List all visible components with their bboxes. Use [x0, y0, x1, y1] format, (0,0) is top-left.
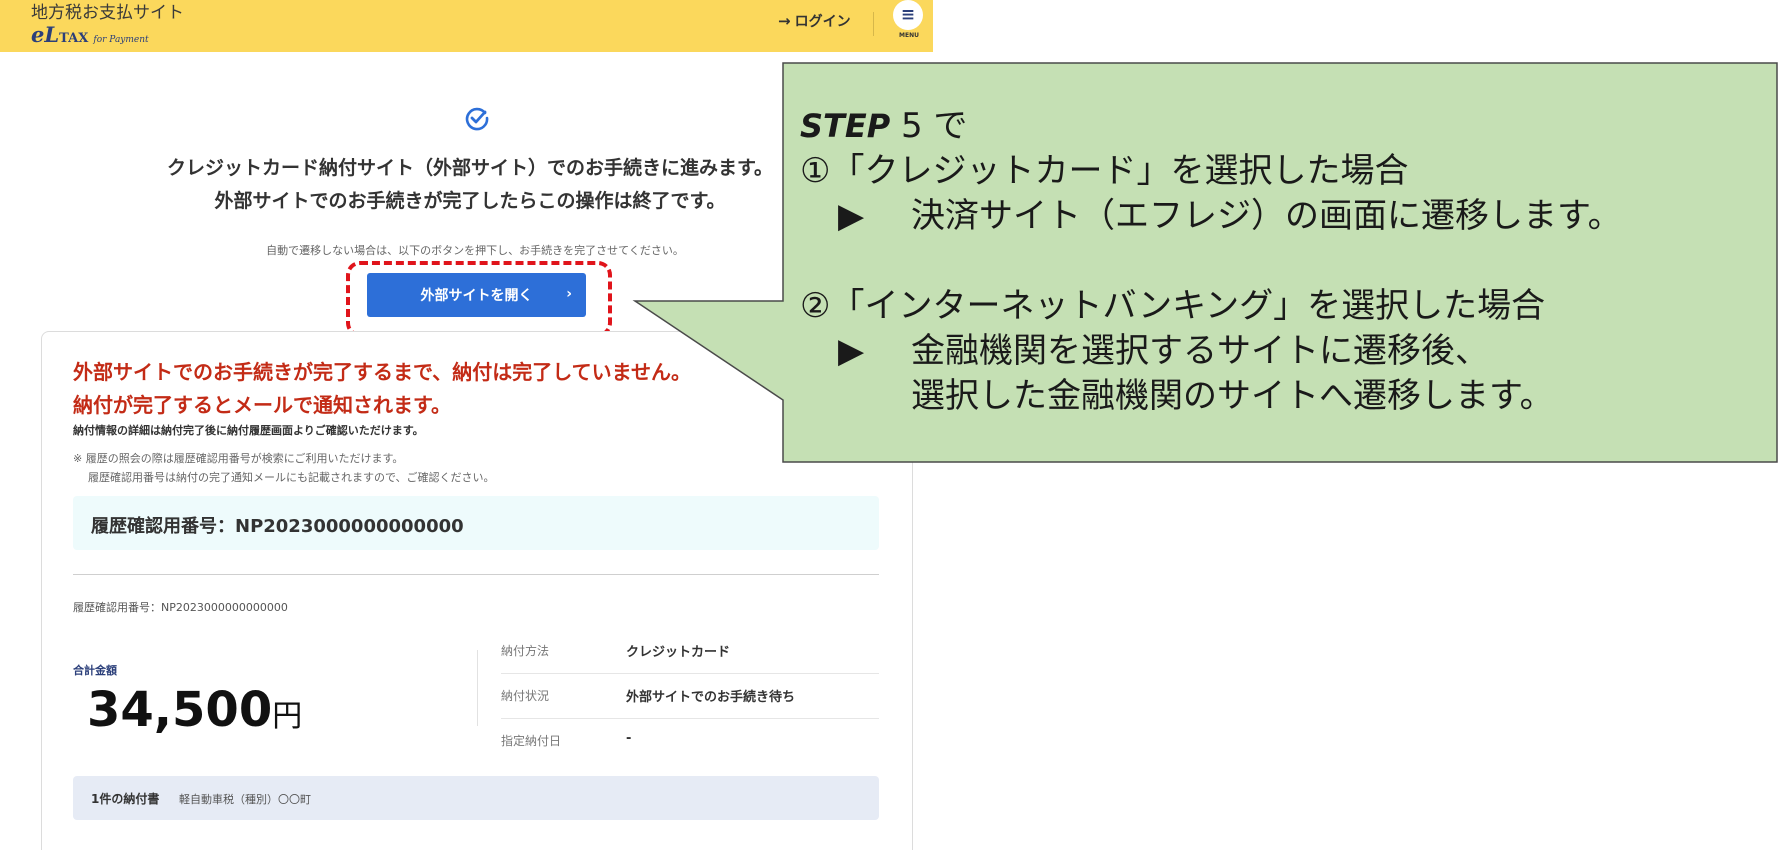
callout-spacer: [800, 239, 1770, 284]
callout-step-line: STEP 5 で: [800, 104, 1770, 149]
case2-title: ②「インターネットバンキング」を選択した場合: [800, 286, 1546, 326]
case1-text: 決済サイト（エフレジ）の画面に遷移します。: [911, 196, 1622, 236]
callout-text: STEP 5 で ①「クレジットカード」を選択した場合 ▶ 決済サイト（エフレジ）…: [800, 104, 1770, 419]
step-rest: 5 で: [890, 106, 968, 146]
play-arrow-icon: ▶: [838, 196, 865, 236]
play-arrow-icon: ▶: [838, 331, 865, 371]
step-word: STEP: [800, 107, 891, 145]
case2-text2: 選択した金融機関のサイトへ遷移します。: [911, 376, 1554, 416]
case2-text1: 金融機関を選択するサイトに遷移後、: [911, 331, 1489, 371]
case1-detail: ▶ 決済サイト（エフレジ）の画面に遷移します。: [800, 194, 1770, 239]
case1-title: ①「クレジットカード」を選択した場合: [800, 151, 1409, 191]
case2-detail: ▶ 金融機関を選択するサイトに遷移後、: [800, 329, 1770, 374]
